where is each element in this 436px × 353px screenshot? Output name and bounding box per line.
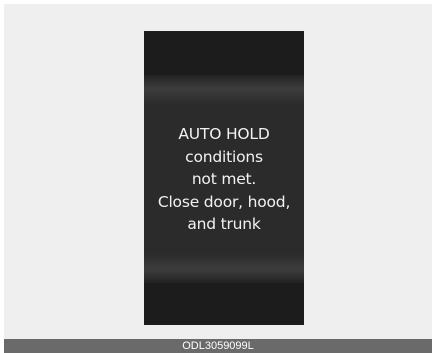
figure-code: ODL3059099L <box>182 340 254 352</box>
message-line: conditions <box>185 147 263 166</box>
warning-message: AUTO HOLD conditions not met. Close door… <box>144 123 304 236</box>
message-line: and trunk <box>187 215 261 233</box>
display-highlight-top <box>144 75 304 105</box>
figure-frame: AUTO HOLD conditions not met. Close door… <box>4 4 432 339</box>
caption-bar: ODL3059099L <box>4 339 432 353</box>
message-line: not met. <box>191 170 257 188</box>
display-highlight-bottom <box>144 253 304 283</box>
cluster-display: AUTO HOLD conditions not met. Close door… <box>144 31 304 325</box>
message-line: Close door, hood, <box>157 192 291 211</box>
message-line: AUTO HOLD <box>178 125 270 143</box>
